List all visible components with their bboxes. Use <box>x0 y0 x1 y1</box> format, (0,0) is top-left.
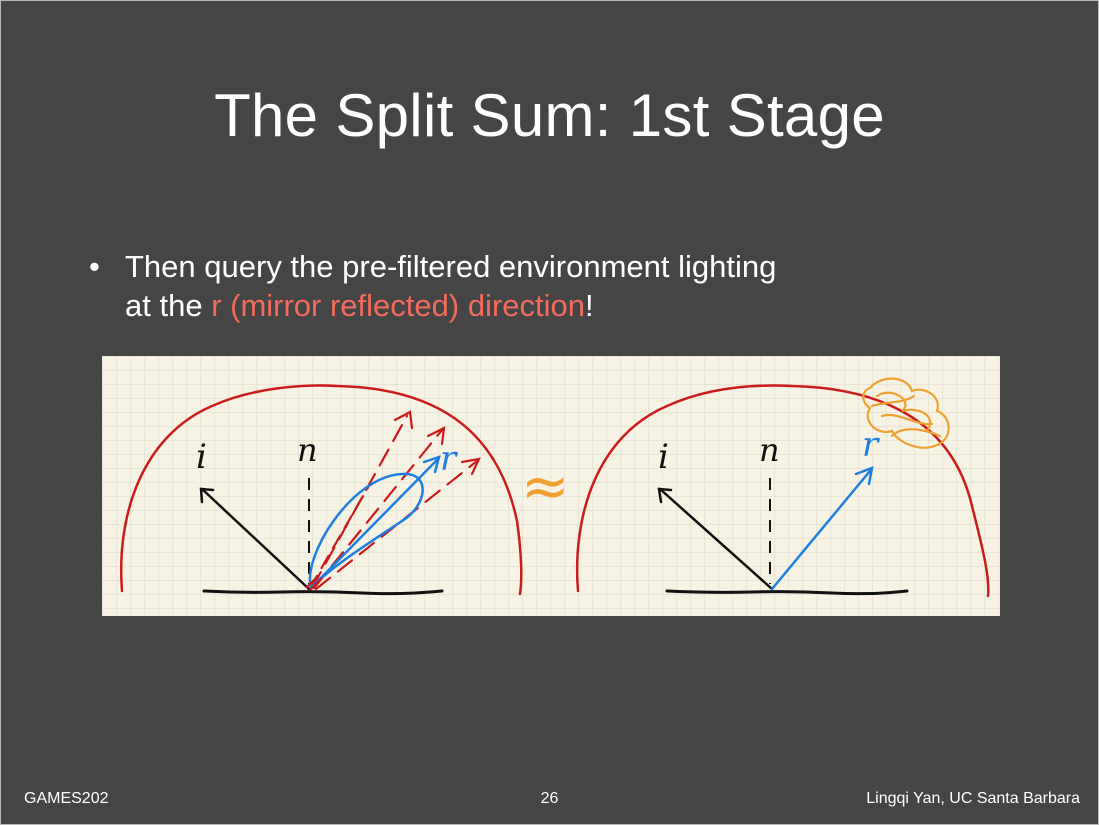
left-label-r: r <box>440 439 458 479</box>
split-sum-diagram: i n r ≈ i n r <box>102 356 1000 616</box>
bullet-text: Then query the pre-filtered environment … <box>125 247 989 325</box>
bullet-line-2-prefix: at the <box>125 288 212 323</box>
right-label-i: i <box>658 437 669 477</box>
bullet-point: • Then query the pre-filtered environmen… <box>89 247 989 325</box>
left-label-i: i <box>196 437 207 477</box>
highlighted-phrase: r (mirror reflected) direction <box>211 288 585 323</box>
slide-title: The Split Sum: 1st Stage <box>214 82 885 149</box>
bullet-marker: • <box>89 249 100 284</box>
bullet-line-2-suffix: ! <box>585 288 594 323</box>
approx-symbol: ≈ <box>521 452 570 520</box>
slide: The Split Sum: 1st Stage • Then query th… <box>0 0 1099 825</box>
right-label-r: r <box>862 425 880 465</box>
left-label-n: n <box>297 431 318 469</box>
bullet-line-2: at the r (mirror reflected) direction! <box>125 286 989 325</box>
footer-author: Lingqi Yan, UC Santa Barbara <box>866 790 1080 807</box>
bullet-line-1: Then query the pre-filtered environment … <box>125 249 777 284</box>
right-label-n: n <box>759 431 780 469</box>
